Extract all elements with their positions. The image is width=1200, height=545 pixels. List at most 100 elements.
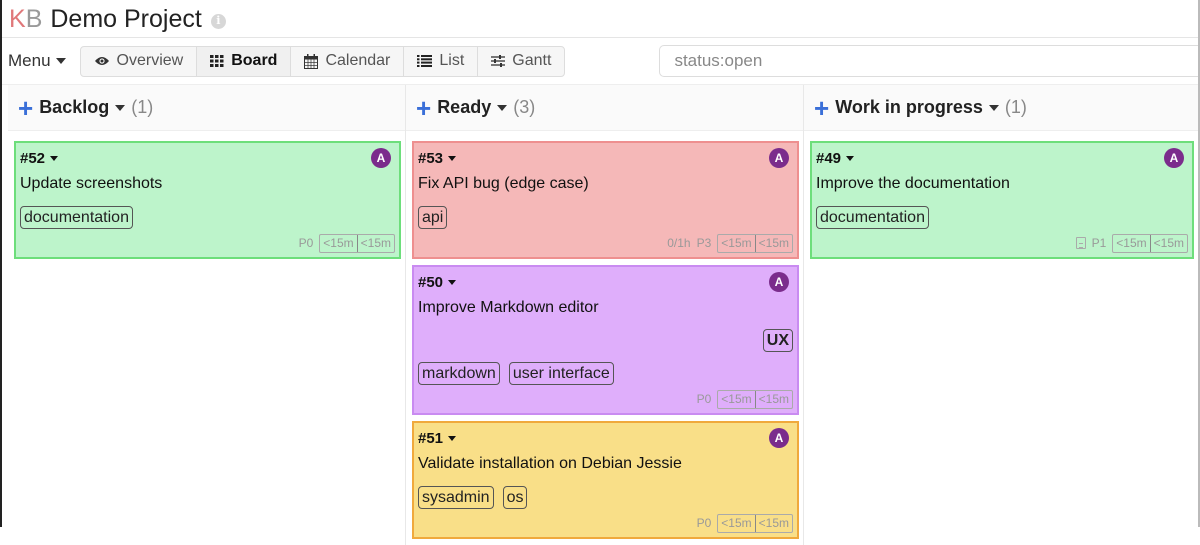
calendar-icon	[304, 53, 319, 69]
time-estimated: <15m	[360, 235, 391, 250]
caret-down-icon[interactable]	[448, 435, 457, 441]
task-card[interactable]: #49 A Improve the documentation document…	[810, 141, 1194, 259]
logo-b: B	[25, 5, 43, 33]
task-card[interactable]: #52 A Update screenshots documentation P…	[14, 141, 401, 259]
priority-label: P0	[696, 392, 712, 406]
caret-down-icon[interactable]	[846, 155, 855, 161]
logo-k: K	[9, 5, 26, 33]
column-count: (1)	[131, 97, 154, 117]
page-title: K B Demo Project i	[9, 2, 1198, 36]
view-overview[interactable]: Overview	[81, 46, 198, 76]
column-work-in-progress: + Work in progress (1) #49 A Improve the…	[804, 85, 1198, 545]
description-icon[interactable]	[1075, 237, 1086, 249]
view-board[interactable]: Board	[197, 46, 292, 76]
view-list[interactable]: List	[404, 46, 479, 76]
time-tracking: <15m <15m	[319, 233, 395, 253]
view-label: Overview	[116, 52, 184, 69]
task-id[interactable]: #49	[816, 150, 841, 167]
avatar: A	[1164, 148, 1184, 168]
time-spent: <15m	[718, 390, 756, 408]
avatar: A	[769, 428, 789, 448]
time-spent: <15m	[718, 514, 756, 532]
caret-down-icon[interactable]	[50, 155, 59, 161]
eye-icon	[94, 55, 110, 67]
column-ready: + Ready (3) #53 A Fix API bug (edge case…	[406, 85, 804, 545]
task-title[interactable]: Validate installation on Debian Jessie	[418, 455, 793, 473]
column-title[interactable]: Work in progress	[835, 97, 983, 118]
column-header: + Ready (3)	[406, 85, 803, 131]
time-spent: <15m	[718, 234, 756, 252]
priority-label: P0	[298, 236, 314, 250]
column-header: + Backlog (1)	[8, 85, 405, 131]
list-icon	[417, 55, 433, 67]
task-title[interactable]: Fix API bug (edge case)	[418, 175, 793, 193]
avatar: A	[769, 272, 789, 292]
task-id[interactable]: #50	[418, 274, 443, 291]
view-label: Board	[231, 52, 278, 69]
time-tracking: <15m <15m	[1112, 233, 1188, 253]
filter-search-input[interactable]	[659, 45, 1200, 77]
column-backlog: + Backlog (1) #52 A Update screenshots d…	[8, 85, 406, 545]
add-task-icon[interactable]: +	[814, 95, 829, 121]
column-body: #53 A Fix API bug (edge case) api 0/1h P…	[406, 131, 803, 539]
view-label: Gantt	[512, 52, 552, 69]
caret-down-icon[interactable]	[497, 104, 508, 111]
task-tag: markdown	[418, 362, 500, 385]
caret-down-icon[interactable]	[988, 104, 999, 111]
column-header: + Work in progress (1)	[804, 85, 1198, 131]
view-calendar[interactable]: Calendar	[291, 46, 405, 76]
task-tag: os	[502, 486, 528, 509]
info-icon[interactable]: i	[210, 13, 226, 29]
task-tag: api	[418, 206, 448, 229]
caret-down-icon[interactable]	[448, 155, 457, 161]
task-id[interactable]: #52	[20, 150, 45, 167]
task-tag: documentation	[20, 206, 133, 229]
task-tag: user interface	[508, 362, 614, 385]
task-card[interactable]: #51 A Validate installation on Debian Je…	[412, 421, 799, 539]
caret-down-icon[interactable]	[115, 104, 126, 111]
time-tracking: <15m <15m	[717, 233, 793, 253]
time-spent: <15m	[320, 234, 358, 252]
column-count: (1)	[1004, 97, 1027, 117]
time-estimated: <15m	[1153, 235, 1184, 250]
view-label: Calendar	[325, 52, 391, 69]
sliders-icon	[491, 55, 506, 67]
avatar: A	[371, 148, 391, 168]
column-count: (3)	[513, 97, 536, 117]
column-title[interactable]: Backlog	[39, 97, 109, 118]
time-spent: <15m	[1113, 234, 1151, 252]
caret-down-icon	[55, 58, 66, 64]
menu-label: Menu	[8, 51, 51, 70]
project-name: Demo Project	[50, 5, 202, 33]
view-label: List	[439, 52, 465, 69]
task-title[interactable]: Improve the documentation	[816, 175, 1188, 193]
view-gantt[interactable]: Gantt	[478, 47, 564, 76]
task-meta: P0 <15m <15m	[418, 513, 793, 533]
column-title[interactable]: Ready	[437, 97, 491, 118]
add-task-icon[interactable]: +	[416, 95, 431, 121]
menu-dropdown[interactable]: Menu	[8, 51, 66, 71]
page-header: K B Demo Project i	[2, 0, 1198, 38]
task-id[interactable]: #51	[418, 430, 443, 447]
priority-label: P0	[696, 516, 712, 530]
column-body: #49 A Improve the documentation document…	[804, 131, 1198, 259]
task-meta: P0 <15m <15m	[20, 233, 395, 253]
category-badge: UX	[762, 329, 793, 352]
task-meta: P0 <15m <15m	[418, 389, 793, 409]
add-task-icon[interactable]: +	[18, 95, 33, 121]
task-card[interactable]: #53 A Fix API bug (edge case) api 0/1h P…	[412, 141, 799, 259]
task-tag: sysadmin	[418, 486, 494, 509]
time-estimated: <15m	[758, 235, 789, 250]
kanban-board: + Backlog (1) #52 A Update screenshots d…	[8, 85, 1200, 545]
task-title[interactable]: Update screenshots	[20, 175, 395, 193]
time-tracking: <15m <15m	[717, 389, 793, 409]
grid-icon	[210, 55, 224, 67]
task-card[interactable]: #50 A Improve Markdown editor UX markdow…	[412, 265, 799, 415]
view-switcher: Overview Board Calendar List Gantt	[79, 45, 566, 77]
time-estimated: <15m	[758, 515, 789, 530]
caret-down-icon[interactable]	[448, 279, 457, 285]
task-title[interactable]: Improve Markdown editor	[418, 299, 793, 317]
task-meta: P1 <15m <15m	[816, 233, 1188, 253]
task-id[interactable]: #53	[418, 150, 443, 167]
task-meta: 0/1h P3 <15m <15m	[418, 233, 793, 253]
